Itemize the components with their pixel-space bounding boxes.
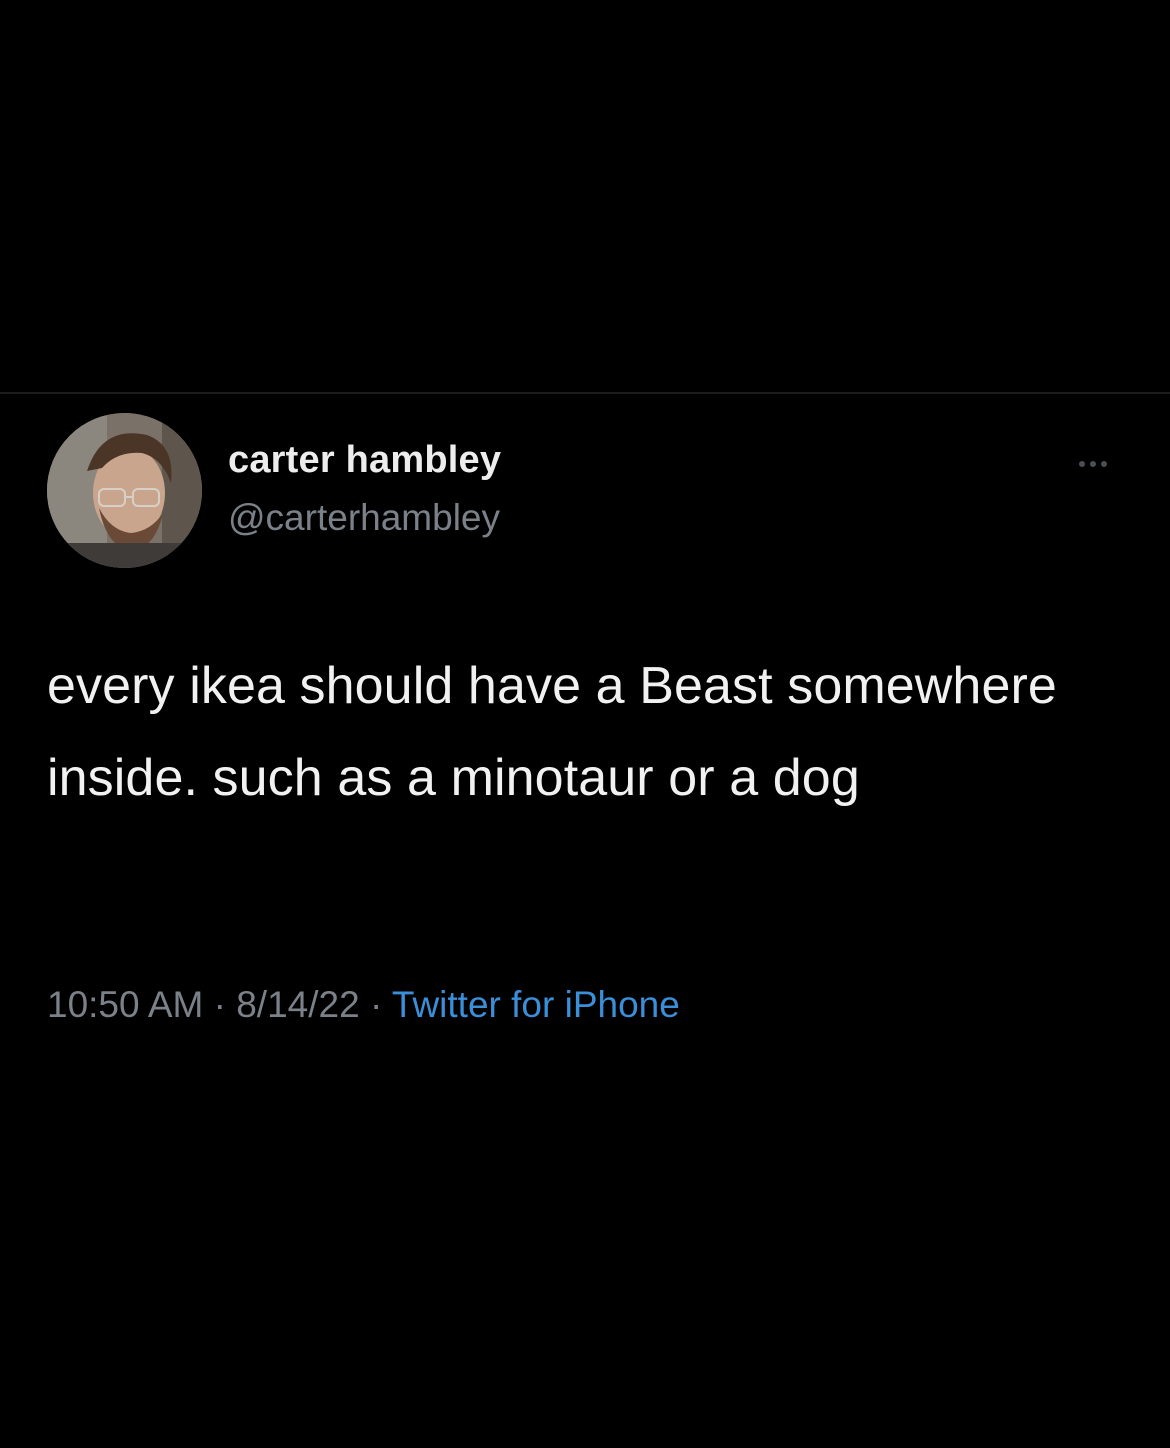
avatar-photo: [47, 413, 202, 568]
meta-separator: ·: [203, 984, 237, 1025]
tweet-source-link[interactable]: Twitter for iPhone: [392, 984, 680, 1025]
tweet-text: every ikea should have a Beast somewhere…: [47, 657, 1057, 807]
avatar[interactable]: [47, 413, 202, 568]
more-options-icon[interactable]: [1068, 452, 1118, 476]
more-dot: [1101, 461, 1107, 467]
display-name[interactable]: carter hambley: [228, 439, 501, 482]
more-dot: [1090, 461, 1096, 467]
tweet-time: 10:50 AM: [47, 984, 204, 1025]
tweet-date: 8/14/22: [236, 984, 360, 1025]
meta-separator: ·: [359, 984, 392, 1025]
tweet-meta: 10:50 AM · 8/14/22 · Twitter for iPhone: [47, 984, 680, 1026]
header-divider: [0, 392, 1170, 394]
more-dot: [1079, 461, 1085, 467]
user-handle[interactable]: @carterhambley: [228, 497, 500, 539]
